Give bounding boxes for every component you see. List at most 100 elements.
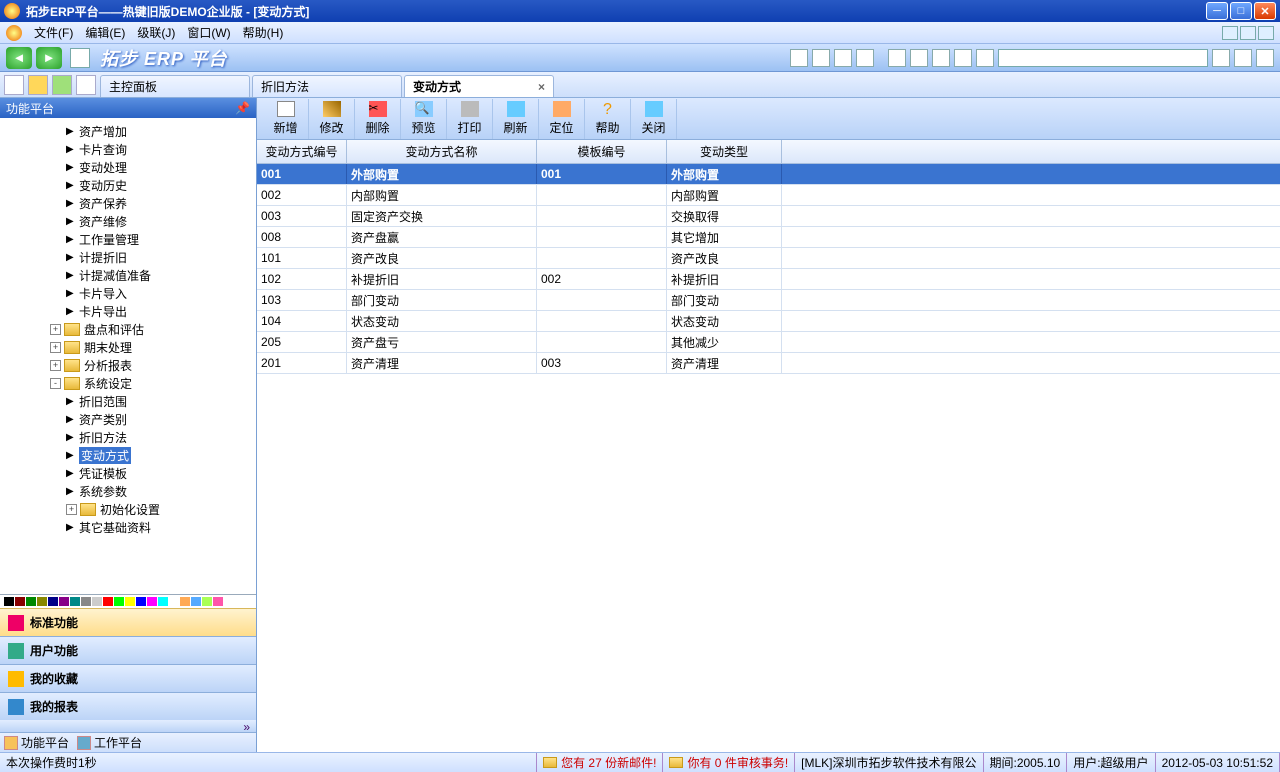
pin-icon[interactable]: 📌 xyxy=(235,101,250,115)
delete-button[interactable]: ✂删除 xyxy=(355,99,401,139)
nav-back-button[interactable]: ◄ xyxy=(6,47,32,69)
color-swatch[interactable] xyxy=(103,597,113,606)
color-swatch[interactable] xyxy=(191,597,201,606)
color-swatch[interactable] xyxy=(92,597,102,606)
banner-icon-7[interactable] xyxy=(932,49,950,67)
nav-fav[interactable]: 我的收藏 xyxy=(0,664,256,692)
table-row[interactable]: 102补提折旧002补提折旧 xyxy=(257,269,1280,290)
table-row[interactable]: 104状态变动状态变动 xyxy=(257,311,1280,332)
table-row[interactable]: 201资产清理003资产清理 xyxy=(257,353,1280,374)
col-name[interactable]: 变动方式名称 xyxy=(347,140,537,163)
star-icon[interactable] xyxy=(28,75,48,95)
expand-icon[interactable]: + xyxy=(66,504,77,515)
color-palette[interactable] xyxy=(0,594,256,608)
tree-item[interactable]: ▶变动历史 xyxy=(6,176,256,194)
tree-item[interactable]: ▶资产保养 xyxy=(6,194,256,212)
banner-icon-11[interactable] xyxy=(1256,49,1274,67)
tab-main[interactable]: 主控面板 xyxy=(100,75,250,97)
color-swatch[interactable] xyxy=(70,597,80,606)
help-button[interactable]: ?帮助 xyxy=(585,99,631,139)
nav-report[interactable]: 我的报表 xyxy=(0,692,256,720)
color-swatch[interactable] xyxy=(147,597,157,606)
color-swatch[interactable] xyxy=(48,597,58,606)
table-row[interactable]: 103部门变动部门变动 xyxy=(257,290,1280,311)
nav-user[interactable]: 用户功能 xyxy=(0,636,256,664)
table-row[interactable]: 002内部购置内部购置 xyxy=(257,185,1280,206)
tree-item[interactable]: +分析报表 xyxy=(6,356,256,374)
expand-icon[interactable]: + xyxy=(50,324,61,335)
tree-item[interactable]: ▶卡片查询 xyxy=(6,140,256,158)
mdi-close-button[interactable] xyxy=(1258,26,1274,40)
refresh-button[interactable]: 刷新 xyxy=(493,99,539,139)
banner-icon-6[interactable] xyxy=(910,49,928,67)
tree-item[interactable]: +盘点和评估 xyxy=(6,320,256,338)
mdi-minimize-button[interactable] xyxy=(1222,26,1238,40)
expand-icon[interactable]: - xyxy=(50,378,61,389)
tree-item[interactable]: ▶资产增加 xyxy=(6,122,256,140)
tree-item[interactable]: ▶变动处理 xyxy=(6,158,256,176)
color-swatch[interactable] xyxy=(213,597,223,606)
tree-item[interactable]: +期末处理 xyxy=(6,338,256,356)
table-row[interactable]: 001外部购置001外部购置 xyxy=(257,164,1280,185)
tree-item[interactable]: ▶变动方式 xyxy=(6,446,256,464)
color-swatch[interactable] xyxy=(26,597,36,606)
color-swatch[interactable] xyxy=(125,597,135,606)
table-row[interactable]: 003固定资产交换交换取得 xyxy=(257,206,1280,227)
menu-help[interactable]: 帮助(H) xyxy=(243,24,284,41)
tree-item[interactable]: ▶折旧范围 xyxy=(6,392,256,410)
banner-icon-3[interactable] xyxy=(834,49,852,67)
menu-file[interactable]: 文件(F) xyxy=(34,24,73,41)
status-task[interactable]: 你有 0 件审核事务! xyxy=(663,753,795,772)
status-mail[interactable]: 您有 27 份新邮件! xyxy=(537,753,663,772)
col-template[interactable]: 模板编号 xyxy=(537,140,667,163)
nav-collapse-button[interactable]: » xyxy=(0,720,256,732)
color-swatch[interactable] xyxy=(81,597,91,606)
tab-change-mode[interactable]: 变动方式× xyxy=(404,75,554,97)
color-swatch[interactable] xyxy=(15,597,25,606)
color-swatch[interactable] xyxy=(59,597,69,606)
color-swatch[interactable] xyxy=(169,597,179,606)
tree-item[interactable]: ▶工作量管理 xyxy=(6,230,256,248)
locate-button[interactable]: 定位 xyxy=(539,99,585,139)
banner-icon-5[interactable] xyxy=(888,49,906,67)
preview-button[interactable]: 🔍预览 xyxy=(401,99,447,139)
tree-item[interactable]: ▶折旧方法 xyxy=(6,428,256,446)
close-button[interactable]: ✕ xyxy=(1254,2,1276,20)
table-row[interactable]: 008资产盘赢其它增加 xyxy=(257,227,1280,248)
color-swatch[interactable] xyxy=(4,597,14,606)
color-swatch[interactable] xyxy=(180,597,190,606)
menu-window[interactable]: 窗口(W) xyxy=(187,24,230,41)
banner-icon-9[interactable] xyxy=(976,49,994,67)
color-swatch[interactable] xyxy=(114,597,124,606)
nav-forward-button[interactable]: ► xyxy=(36,47,62,69)
col-type[interactable]: 变动类型 xyxy=(667,140,782,163)
table-row[interactable]: 101资产改良资产改良 xyxy=(257,248,1280,269)
footer-tab-func[interactable]: 功能平台 xyxy=(4,734,69,751)
tree-item[interactable]: ▶计提折旧 xyxy=(6,248,256,266)
menu-cascade[interactable]: 级联(J) xyxy=(137,24,175,41)
tree-item[interactable]: ▶资产类别 xyxy=(6,410,256,428)
tree-item[interactable]: ▶计提减值准备 xyxy=(6,266,256,284)
color-swatch[interactable] xyxy=(158,597,168,606)
banner-icon-10[interactable] xyxy=(1234,49,1252,67)
mdi-restore-button[interactable] xyxy=(1240,26,1256,40)
tree-item[interactable]: ▶凭证模板 xyxy=(6,464,256,482)
tree-item[interactable]: +初始化设置 xyxy=(6,500,256,518)
maximize-button[interactable]: □ xyxy=(1230,2,1252,20)
banner-icon-8[interactable] xyxy=(954,49,972,67)
tree-item[interactable]: ▶系统参数 xyxy=(6,482,256,500)
nav-standard[interactable]: 标准功能 xyxy=(0,608,256,636)
color-swatch[interactable] xyxy=(202,597,212,606)
color-swatch[interactable] xyxy=(136,597,146,606)
menu-edit[interactable]: 编辑(E) xyxy=(85,24,125,41)
print-button[interactable]: 打印 xyxy=(447,99,493,139)
close-doc-button[interactable]: 关闭 xyxy=(631,99,677,139)
banner-icon-2[interactable] xyxy=(812,49,830,67)
tab-close-icon[interactable]: × xyxy=(538,80,545,94)
new-button[interactable]: 新增 xyxy=(263,99,309,139)
minimize-button[interactable]: ─ xyxy=(1206,2,1228,20)
tab-depreciation[interactable]: 折旧方法 xyxy=(252,75,402,97)
tree-item[interactable]: -系统设定 xyxy=(6,374,256,392)
search-input[interactable] xyxy=(998,49,1208,67)
expand-icon[interactable]: + xyxy=(50,360,61,371)
